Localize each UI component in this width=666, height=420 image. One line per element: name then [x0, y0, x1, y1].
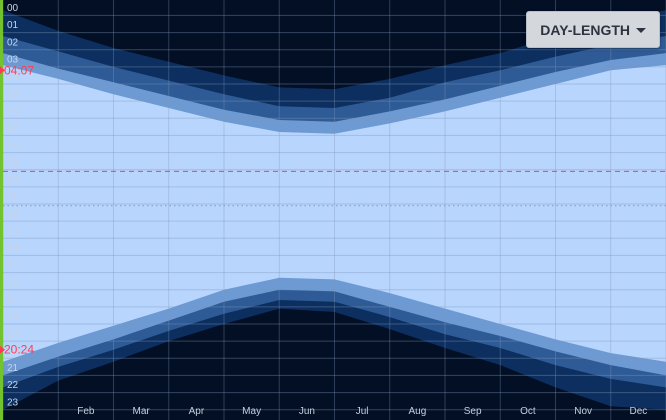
sunrise-time-label: 04:07 [4, 63, 34, 77]
hour-tick-label: 13 [7, 226, 19, 237]
month-tick-label: Sep [464, 406, 482, 417]
left-edge-bar [0, 0, 3, 420]
hour-tick-label: 01 [7, 20, 19, 31]
hour-tick-label: 09 [7, 157, 19, 168]
day-length-mode-button[interactable]: DAY-LENGTH [526, 11, 660, 48]
hour-tick-label: 06 [7, 106, 19, 117]
hour-tick-label: 08 [7, 140, 19, 151]
month-tick-label: Apr [189, 406, 205, 417]
month-tick-label: Nov [574, 406, 592, 417]
month-tick-label: Mar [133, 406, 151, 417]
hour-tick-label: 16 [7, 277, 19, 288]
hour-tick-label: 14 [7, 243, 19, 254]
month-tick-label: Jun [299, 406, 315, 417]
day-length-chart[interactable]: 0001020304050607080910111213141516171819… [0, 0, 666, 420]
hour-tick-label: 10 [7, 174, 19, 185]
caret-down-icon [636, 28, 646, 33]
hour-tick-label: 07 [7, 123, 19, 134]
hour-tick-label: 22 [7, 380, 19, 391]
hour-tick-label: 11 [7, 192, 18, 203]
mode-button-label: DAY-LENGTH [540, 21, 630, 38]
hour-tick-label: 19 [7, 329, 19, 340]
hour-tick-label: 12 [7, 209, 19, 220]
hour-tick-label: 17 [7, 294, 19, 305]
month-tick-label: Aug [408, 406, 426, 417]
hour-tick-label: 21 [7, 363, 19, 374]
month-tick-label: May [242, 406, 261, 417]
month-tick-label: Dec [629, 406, 647, 417]
month-tick-label: Oct [520, 406, 536, 417]
sunset-time-label: 20:24 [4, 343, 34, 357]
hour-tick-label: 00 [7, 3, 19, 14]
month-tick-label: Feb [77, 406, 95, 417]
hour-tick-label: 02 [7, 37, 19, 48]
hour-tick-label: 23 [7, 397, 19, 408]
hour-tick-label: 18 [7, 312, 19, 323]
day-length-chart-view: 00 01 02 03 04 05 06 07 08 09 10 11 12 13 14 15 16 17 18 19… [0, 0, 666, 420]
month-tick-label: Jul [356, 406, 369, 417]
hour-tick-label: 05 [7, 89, 19, 100]
hour-tick-label: 15 [7, 260, 19, 271]
